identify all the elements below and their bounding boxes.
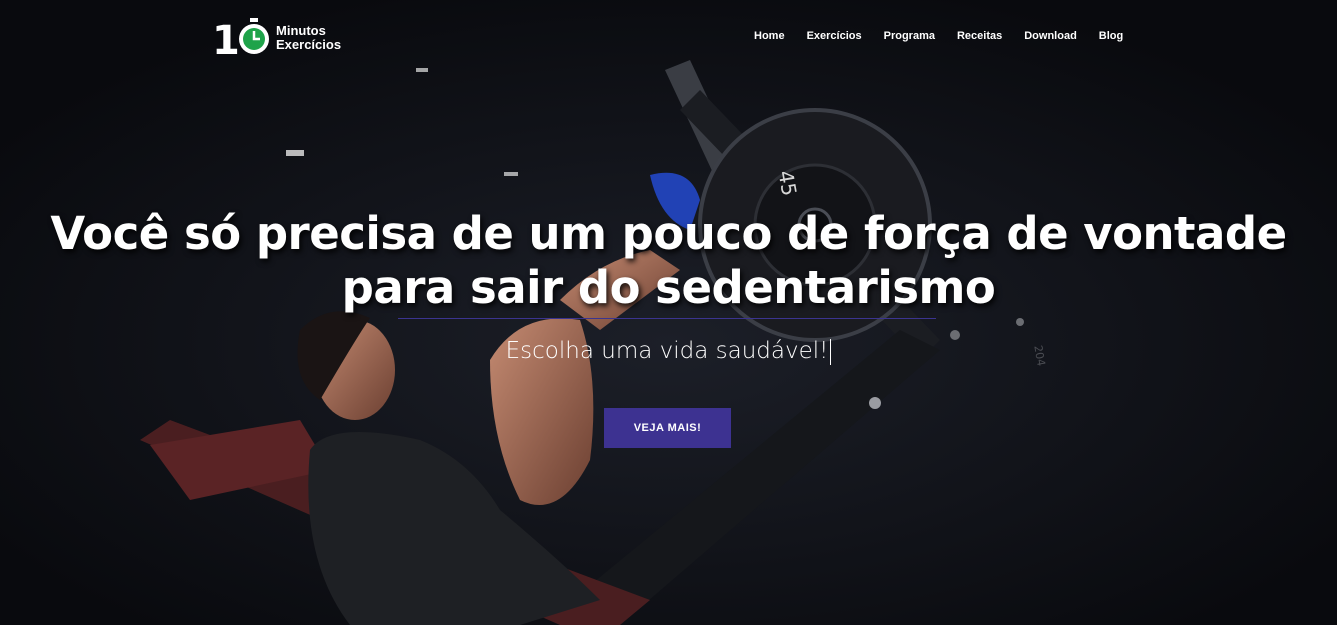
brand-line-1: Minutos bbox=[276, 23, 326, 38]
hero-subtitle: Escolha uma vida saudável! bbox=[505, 338, 829, 364]
hero-divider bbox=[398, 318, 936, 319]
nav-receitas[interactable]: Receitas bbox=[957, 29, 1002, 43]
brand-line-2: Exercícios bbox=[276, 37, 342, 52]
main-nav: Home Exercícios Programa Receitas Downlo… bbox=[754, 29, 1145, 43]
svg-text:1: 1 bbox=[212, 18, 240, 58]
nav-blog[interactable]: Blog bbox=[1099, 29, 1123, 43]
nav-exercicios[interactable]: Exercícios bbox=[807, 29, 862, 43]
brand-logo[interactable]: 1 Minutos Exercícios bbox=[212, 14, 362, 64]
veja-mais-button[interactable]: VEJA MAIS! bbox=[604, 408, 731, 448]
nav-programa[interactable]: Programa bbox=[884, 29, 935, 43]
nav-download[interactable]: Download bbox=[1024, 29, 1077, 43]
hero-subtitle-wrap: Escolha uma vida saudável! bbox=[0, 338, 1337, 365]
svg-text:45: 45 bbox=[773, 169, 801, 198]
hero-headline: Você só precisa de um pouco de força de … bbox=[50, 207, 1287, 314]
stopwatch-icon: 1 bbox=[212, 18, 269, 64]
nav-home[interactable]: Home bbox=[754, 29, 785, 43]
typing-caret bbox=[830, 338, 832, 365]
